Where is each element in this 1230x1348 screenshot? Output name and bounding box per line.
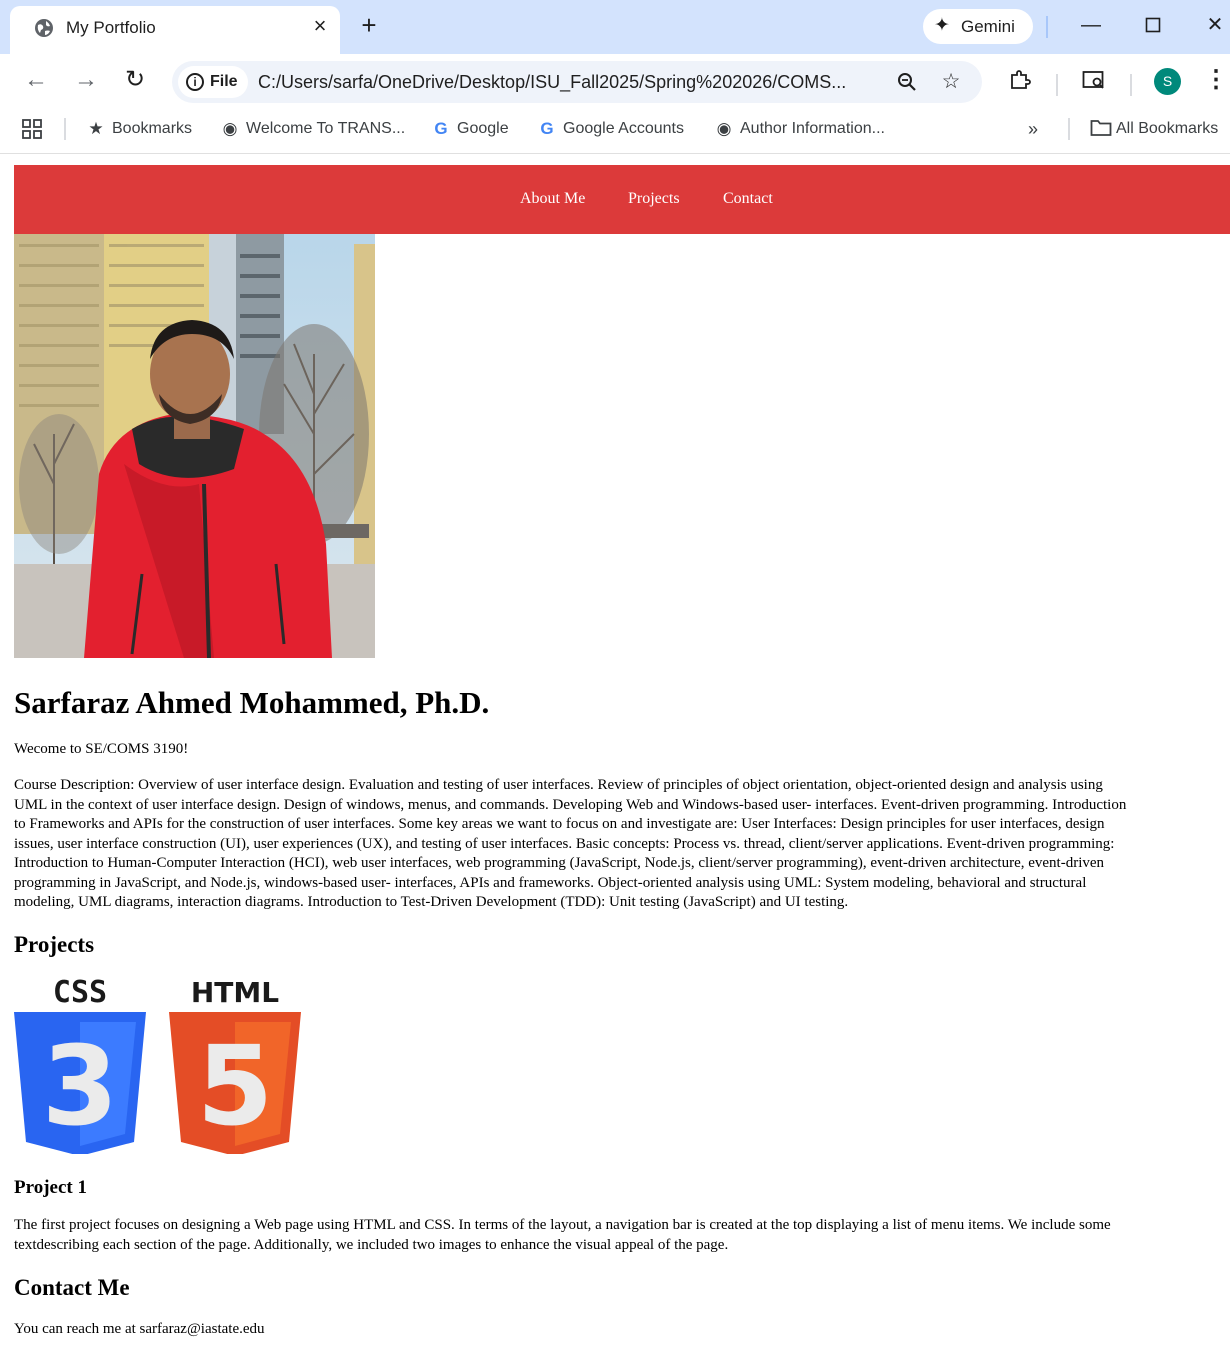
contact-heading: Contact Me bbox=[14, 1275, 130, 1300]
css-logo-text: CSS bbox=[53, 975, 107, 1010]
course-line: Introduction to Human-Computer Interacti… bbox=[14, 855, 1105, 871]
course-line: programming in JavaScript, and Node.js, … bbox=[14, 874, 1087, 891]
google-icon: G bbox=[434, 119, 448, 138]
html-logo-number: 5 bbox=[197, 1022, 274, 1150]
bookmark-label: Google Accounts bbox=[563, 120, 684, 137]
plus-icon[interactable]: + bbox=[356, 12, 382, 38]
divider bbox=[1068, 118, 1070, 140]
bookmark-item-bookmarks[interactable]: ★ Bookmarks bbox=[86, 119, 192, 141]
bookmarks-overflow-icon[interactable]: » bbox=[1028, 119, 1038, 141]
projects-heading: Projects bbox=[14, 932, 95, 957]
course-line: Course Description: Overview of user int… bbox=[14, 777, 1103, 793]
site-info-chip[interactable]: i File bbox=[178, 66, 248, 98]
bookmark-label: Google bbox=[457, 120, 509, 137]
minimize-icon[interactable]: — bbox=[1076, 10, 1106, 40]
sparkle-icon: ✦ bbox=[934, 15, 950, 36]
bookmarks-bar: ★ Bookmarks ◉ Welcome To TRANS... G Google … bbox=[0, 108, 1230, 154]
close-icon[interactable]: × bbox=[308, 14, 332, 38]
browser-toolbar: ← → ↻ i File C:/Users/sarfa/OneDrive/Des… bbox=[0, 54, 1230, 108]
project-1-line: The first project focuses on designing a… bbox=[14, 1217, 1111, 1233]
divider bbox=[64, 118, 66, 140]
project-1-description: The first project focuses on designing a… bbox=[14, 1216, 1230, 1255]
profile-photo bbox=[14, 234, 375, 658]
css3-logo: CSS 3 bbox=[14, 975, 146, 1154]
bookmark-item-google[interactable]: G Google bbox=[431, 119, 509, 141]
site-navbar: About Me Projects Contact bbox=[14, 165, 1230, 234]
globe-icon: ◉ bbox=[716, 119, 732, 138]
star-icon: ★ bbox=[88, 119, 104, 138]
course-line: UML in the context of user interface des… bbox=[14, 796, 1127, 813]
avatar[interactable]: S bbox=[1154, 68, 1181, 95]
all-bookmarks-label: All Bookmarks bbox=[1116, 120, 1219, 137]
nav-projects[interactable]: Projects bbox=[628, 189, 680, 209]
bookmark-label: Welcome To TRANS... bbox=[246, 120, 406, 137]
url-text[interactable]: C:/Users/sarfa/OneDrive/Desktop/ISU_Fall… bbox=[258, 72, 846, 92]
divider bbox=[1056, 74, 1058, 96]
divider bbox=[1130, 74, 1132, 96]
site-chip-label: File bbox=[210, 73, 238, 90]
nav-about-me[interactable]: About Me bbox=[520, 189, 585, 209]
course-line: to Frameworks and APIs for the construct… bbox=[14, 816, 1105, 832]
gemini-button[interactable]: ✦ Gemini bbox=[923, 9, 1033, 44]
tab-search-icon[interactable] bbox=[1080, 66, 1108, 94]
close-window-icon[interactable]: ✕ bbox=[1200, 10, 1230, 40]
folder-icon bbox=[1090, 119, 1112, 139]
reload-icon[interactable]: ↻ bbox=[121, 66, 149, 94]
forward-arrow-icon[interactable]: → bbox=[72, 66, 100, 94]
bookmark-item-author-info[interactable]: ◉ Author Information... bbox=[714, 119, 885, 141]
all-bookmarks-button[interactable]: All Bookmarks bbox=[1090, 119, 1218, 141]
bookmark-item-google-accounts[interactable]: G Google Accounts bbox=[537, 119, 684, 141]
zoom-icon[interactable] bbox=[894, 69, 920, 95]
divider bbox=[1046, 16, 1048, 38]
browser-tab[interactable]: My Portfolio × bbox=[10, 6, 340, 54]
back-arrow-icon[interactable]: ← bbox=[22, 66, 50, 94]
html5-logo: HTML 5 bbox=[169, 976, 301, 1154]
course-line: issues, user interface construction (UI)… bbox=[14, 835, 1115, 852]
css-logo-number: 3 bbox=[42, 1022, 119, 1150]
welcome-text: Wecome to SE/COMS 3190! bbox=[14, 741, 189, 757]
contact-text: You can reach me at sarfaraz@iastate.edu bbox=[14, 1321, 265, 1337]
globe-icon bbox=[35, 19, 53, 37]
globe-icon: ◉ bbox=[222, 119, 238, 138]
star-bookmark-icon[interactable]: ☆ bbox=[938, 69, 964, 95]
apps-grid-icon[interactable] bbox=[22, 119, 42, 141]
address-bar[interactable]: i File C:/Users/sarfa/OneDrive/Desktop/I… bbox=[172, 61, 982, 103]
maximize-icon[interactable] bbox=[1138, 10, 1168, 40]
project-1-line: textdescribing each section of the page.… bbox=[14, 1236, 729, 1253]
gemini-label: Gemini bbox=[961, 17, 1015, 36]
info-icon: i bbox=[186, 73, 204, 91]
google-icon: G bbox=[540, 119, 554, 138]
bookmark-label: Author Information... bbox=[740, 120, 885, 137]
web-page: About Me Projects Contact Sarfaraz Ahmed… bbox=[0, 156, 1230, 1348]
project-1-heading: Project 1 bbox=[14, 1177, 87, 1198]
bookmark-item-trans[interactable]: ◉ Welcome To TRANS... bbox=[220, 119, 406, 141]
course-description: Course Description: Overview of user int… bbox=[14, 776, 1230, 913]
tab-title: My Portfolio bbox=[66, 18, 156, 37]
kebab-menu-icon[interactable]: ⋮ bbox=[1202, 66, 1230, 94]
course-line: modeling, UML diagrams, interaction diag… bbox=[14, 894, 849, 910]
extensions-icon[interactable] bbox=[1006, 66, 1034, 94]
bookmark-label: Bookmarks bbox=[112, 120, 193, 137]
tab-strip: My Portfolio × + ✦ Gemini — ✕ bbox=[0, 0, 1230, 54]
nav-contact[interactable]: Contact bbox=[723, 189, 773, 209]
page-title: Sarfaraz Ahmed Mohammed, Ph.D. bbox=[14, 685, 490, 720]
html-logo-text: HTML bbox=[191, 976, 279, 1009]
